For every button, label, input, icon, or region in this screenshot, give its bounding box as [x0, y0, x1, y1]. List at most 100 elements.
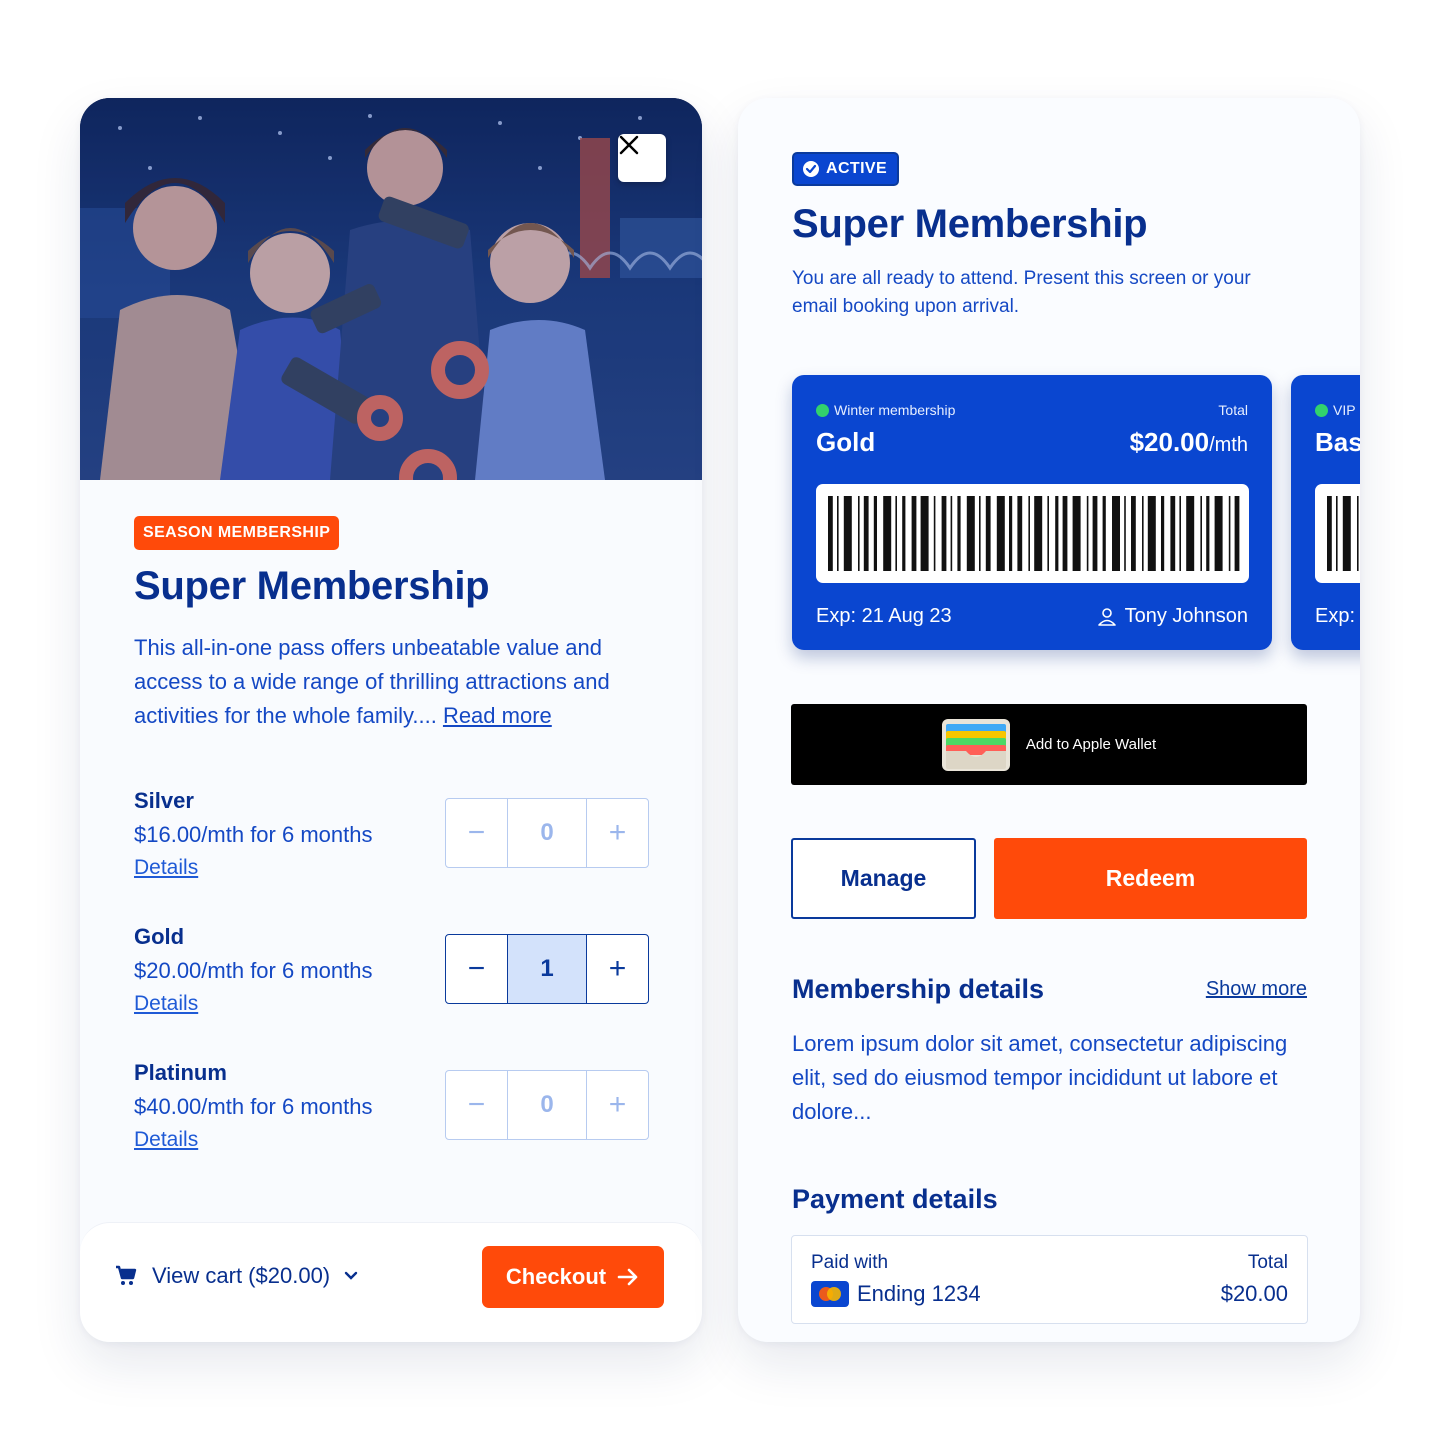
card-ending: Ending 1234: [857, 1281, 981, 1306]
tier-details-link[interactable]: Details: [134, 856, 198, 880]
quantity-value: 1: [507, 935, 587, 1003]
barcode-bar: [1124, 496, 1126, 571]
status-badge: ACTIVE: [792, 152, 900, 186]
redeem-button[interactable]: Redeem: [994, 838, 1307, 919]
barcode-bar: [1206, 496, 1210, 571]
membership-tier: Bas: [1315, 427, 1360, 457]
barcode-bar: [883, 496, 892, 571]
barcode-bar: [902, 496, 906, 571]
membership-tier: Gold: [816, 427, 876, 457]
membership-details-text: Lorem ipsum dolor sit amet, consectetur …: [792, 1031, 1288, 1124]
barcode-bar: [1161, 496, 1165, 571]
membership-description: This all-in-one pass offers unbeatable v…: [134, 631, 654, 733]
tier-details-link[interactable]: Details: [134, 992, 198, 1016]
wallet-label: Add to Apple Wallet: [1025, 736, 1157, 753]
tier-name: Gold: [134, 924, 185, 949]
arrow-right-icon: [617, 1268, 638, 1286]
tier-silver: Silver $16.00/mth for 6 months Details −…: [134, 788, 654, 880]
tier-gold: Gold $20.00/mth for 6 months Details − 1…: [134, 924, 654, 1016]
season-membership-badge: SEASON MEMBERSHIP: [134, 516, 340, 550]
barcode-bar: [1017, 496, 1023, 571]
tier-price: $20.00/mth for 6 months: [134, 958, 373, 983]
barcode-bar: [933, 496, 936, 571]
chevron-down-icon: [344, 1271, 358, 1280]
expiry-date: Exp:: [1315, 605, 1356, 627]
barcode-bar: [873, 496, 877, 571]
barcode-bar: [1102, 496, 1106, 571]
payment-summary: Paid with Ending 1234 Total $20.00: [791, 1235, 1308, 1324]
page-title: Super Membership: [134, 564, 490, 608]
barcode-bar: [957, 496, 961, 571]
barcode-bar: [1062, 496, 1068, 571]
increment-button[interactable]: +: [587, 1071, 648, 1139]
barcode-bar: [979, 496, 981, 571]
status-badge-label: ACTIVE: [826, 160, 888, 177]
barcode-bar: [1179, 496, 1181, 571]
barcode-bar: [996, 496, 1005, 571]
membership-details-heading: Membership details: [792, 974, 1045, 1004]
quantity-stepper: − 1 +: [445, 934, 649, 1004]
barcode-bar: [966, 496, 975, 571]
total-amount-value: $20.00: [1129, 427, 1210, 457]
view-cart-label: View cart ($20.00): [152, 1263, 331, 1288]
read-more-link[interactable]: Read more: [443, 703, 552, 728]
cart-icon: [116, 1265, 137, 1285]
close-icon: [619, 135, 639, 155]
barcode-bar: [1170, 496, 1176, 571]
increment-button[interactable]: +: [587, 799, 648, 867]
barcode-bar: [1234, 496, 1240, 571]
membership-card[interactable]: Winter membership Gold Total $20.00/mth …: [792, 375, 1272, 650]
barcode-bar: [1092, 496, 1098, 571]
user-icon: [1097, 607, 1116, 626]
paid-with-label: Paid with: [811, 1252, 889, 1273]
barcode-bar: [941, 496, 947, 571]
barcode-bar: [858, 496, 860, 571]
close-button[interactable]: [618, 134, 666, 182]
show-more-link[interactable]: Show more: [1206, 978, 1307, 1001]
card-holder-name: Tony Johnson: [1124, 605, 1248, 627]
manage-button[interactable]: Manage: [791, 838, 976, 919]
tier-name: Silver: [134, 788, 194, 813]
barcode-bar: [1336, 496, 1338, 571]
barcode-bar: [1047, 496, 1049, 571]
increment-button[interactable]: +: [587, 935, 648, 1003]
add-to-apple-wallet-button[interactable]: Add to Apple Wallet: [791, 704, 1307, 785]
mastercard-icon: [811, 1281, 849, 1307]
barcode-bar: [1131, 496, 1136, 571]
barcode-bar: [843, 496, 852, 571]
payment-card: Ending 1234: [811, 1281, 981, 1307]
barcode-bar: [1028, 496, 1030, 571]
barcode: [816, 484, 1249, 583]
membership-instructions: You are all ready to attend. Present thi…: [792, 268, 1251, 317]
barcode-bar: [950, 496, 953, 571]
family-photo-illustration: [80, 98, 702, 480]
membership-card[interactable]: VIP Bas Exp:: [1291, 375, 1360, 650]
decrement-button[interactable]: −: [446, 935, 507, 1003]
membership-title: Super Membership: [792, 202, 1148, 246]
membership-panel: ACTIVE Super Membership You are all read…: [738, 98, 1360, 1342]
checkout-button[interactable]: Checkout: [482, 1246, 664, 1308]
cart-bar: View cart ($20.00) Checkout: [80, 1222, 702, 1342]
total-amount: $20.00/mth: [1130, 427, 1248, 458]
decrement-button[interactable]: −: [446, 799, 507, 867]
barcode-bar: [895, 496, 897, 571]
expiry-date: Exp: 21 Aug 23: [816, 605, 952, 627]
tier-details-link[interactable]: Details: [134, 1128, 198, 1152]
tier-price: $16.00/mth for 6 months: [134, 822, 373, 847]
decrement-button[interactable]: −: [446, 1071, 507, 1139]
barcode-bar: [1342, 496, 1351, 571]
barcode: [1315, 484, 1360, 583]
tier-name: Platinum: [134, 1060, 227, 1085]
barcode-graphic: [828, 496, 1240, 571]
quantity-value: 0: [507, 799, 587, 867]
barcode-bar: [1228, 496, 1231, 571]
active-dot: [1315, 404, 1328, 417]
tier-price: $40.00/mth for 6 months: [134, 1094, 373, 1119]
view-cart-toggle[interactable]: View cart ($20.00): [114, 1261, 360, 1291]
quantity-stepper: − 0 +: [445, 1070, 649, 1140]
active-dot: [816, 404, 829, 417]
barcode-bar: [1200, 496, 1202, 571]
barcode-bar: [1112, 496, 1120, 571]
payment-total-amount: $20.00: [1220, 1281, 1288, 1306]
barcode-bar: [1327, 496, 1332, 571]
